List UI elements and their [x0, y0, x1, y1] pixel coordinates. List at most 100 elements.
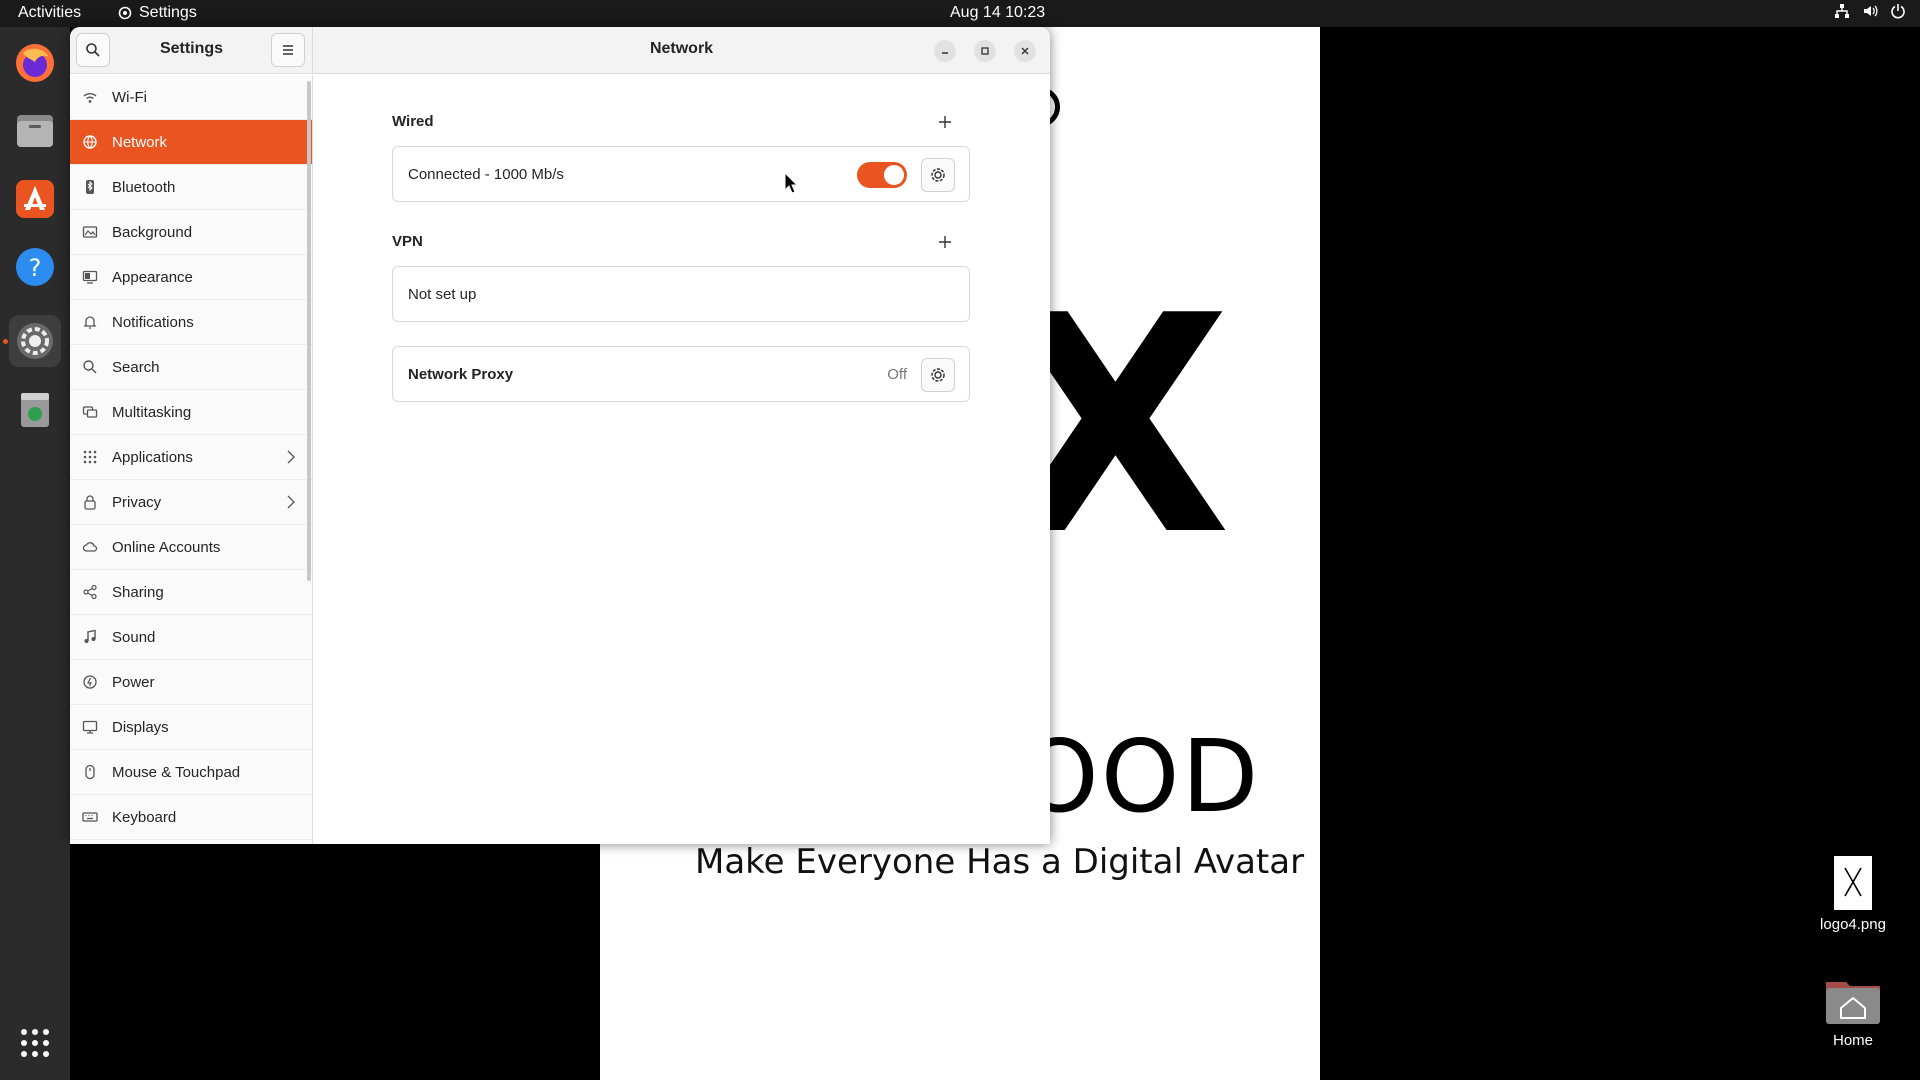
display-icon	[82, 720, 98, 734]
sidebar-item-multitasking[interactable]: Multitasking	[70, 390, 312, 435]
maximize-button[interactable]	[974, 40, 996, 62]
bluetooth-icon	[86, 180, 94, 194]
apps-grid-icon	[21, 1029, 49, 1057]
sidebar-item-sharing[interactable]: Sharing	[70, 570, 312, 615]
desktop-file-logo4[interactable]: logo4.png	[1793, 856, 1913, 933]
minimize-button[interactable]	[934, 40, 956, 62]
sidebar-item-label: Appearance	[112, 268, 193, 286]
sidebar-item-label: Notifications	[112, 313, 194, 331]
sidebar-item-mouse-touchpad[interactable]: Mouse & Touchpad	[70, 750, 312, 795]
music-note-icon	[84, 629, 96, 643]
wired-connection-status: Connected - 1000 Mb/s	[408, 166, 564, 183]
plus-icon	[939, 116, 951, 128]
system-tray[interactable]	[1834, 3, 1906, 19]
cloud-icon	[82, 542, 98, 552]
dock-help[interactable]: ?	[9, 241, 61, 293]
sidebar-item-label: Background	[112, 223, 193, 241]
settings-window: Settings Network Wi-Fi Network Bluetooth Ba…	[70, 27, 1050, 844]
firefox-icon	[16, 44, 54, 82]
gear-icon	[931, 368, 945, 382]
sidebar-item-label: Applications	[112, 448, 193, 466]
sidebar-item-bluetooth[interactable]: Bluetooth	[70, 165, 312, 210]
sidebar-item-privacy[interactable]: Privacy	[70, 480, 312, 525]
apps-grid-icon	[83, 450, 97, 464]
sidebar-item-label: Network	[112, 133, 168, 151]
wired-connection-toggle[interactable]	[857, 162, 907, 188]
network-icon	[83, 135, 97, 149]
network-proxy-status: Off	[887, 366, 907, 383]
app-menu[interactable]: Settings	[117, 4, 197, 22]
main-menu-button[interactable]	[271, 33, 305, 67]
mouse-icon	[85, 764, 95, 780]
dock-trash[interactable]	[9, 383, 61, 435]
sidebar-item-notifications[interactable]: Notifications	[70, 300, 312, 345]
keyboard-icon	[82, 812, 98, 822]
sidebar-item-applications[interactable]: Applications	[70, 435, 312, 480]
home-folder-icon	[1826, 982, 1880, 1024]
dock: ?	[0, 27, 70, 1080]
dock-settings[interactable]	[9, 315, 61, 367]
close-button[interactable]	[1014, 40, 1036, 62]
background-icon	[82, 226, 98, 238]
image-file-icon	[1834, 856, 1872, 910]
desktop-folder-home[interactable]: Home	[1793, 976, 1913, 1049]
show-apps-button[interactable]	[9, 1017, 61, 1069]
sidebar-item-background[interactable]: Background	[70, 210, 312, 255]
add-vpn-button[interactable]	[934, 231, 956, 253]
wired-settings-button[interactable]	[921, 158, 955, 192]
network-proxy-row[interactable]: Network Proxy Off	[392, 346, 970, 402]
desktop-icon-label: Home	[1832, 1032, 1873, 1049]
app-menu-label: Settings	[139, 4, 197, 21]
clock[interactable]: Aug 14 10:23	[950, 4, 1045, 22]
minimize-icon	[942, 52, 948, 54]
window-headerbar[interactable]: Settings Network	[70, 27, 1050, 74]
bell-icon	[83, 316, 97, 329]
sidebar-item-network[interactable]: Network	[70, 120, 312, 165]
sidebar-item-label: Sound	[112, 628, 156, 646]
plus-icon	[939, 236, 951, 248]
vpn-row: Not set up	[392, 266, 970, 322]
sidebar-item-search[interactable]: Search	[70, 345, 312, 390]
sidebar-item-label: Mouse & Touchpad	[112, 763, 241, 781]
sidebar-scrollbar[interactable]	[307, 81, 311, 581]
multitasking-icon	[82, 406, 98, 418]
sidebar-item-label: Bluetooth	[112, 178, 176, 196]
trash-icon	[21, 393, 49, 427]
sidebar-item-online-accounts[interactable]: Online Accounts	[70, 525, 312, 570]
sidebar-item-sound[interactable]: Sound	[70, 615, 312, 660]
chevron-right-icon	[287, 450, 295, 464]
wallpaper-logo-word: OOD	[1020, 718, 1261, 835]
sidebar-item-label: Privacy	[112, 493, 162, 511]
svg-text:?: ?	[29, 254, 42, 282]
sidebar-item-label: Wi-Fi	[112, 88, 147, 106]
sidebar-item-label: Keyboard	[112, 808, 177, 826]
settings-sidebar[interactable]: Wi-Fi Network Bluetooth Background Appearanc…	[70, 75, 313, 844]
sidebar-item-power[interactable]: Power	[70, 660, 312, 705]
proxy-settings-button[interactable]	[921, 358, 955, 392]
sidebar-item-displays[interactable]: Displays	[70, 705, 312, 750]
maximize-icon	[981, 47, 989, 55]
add-wired-connection-button[interactable]	[934, 111, 956, 133]
network-proxy-label: Network Proxy	[408, 366, 514, 383]
chevron-right-icon	[287, 495, 295, 509]
desktop-icon-label: logo4.png	[1820, 916, 1886, 933]
dock-app-center[interactable]	[9, 173, 61, 225]
search-icon	[83, 360, 97, 374]
activities-button[interactable]: Activities	[18, 4, 81, 22]
close-icon	[1021, 47, 1029, 55]
toggle-knob	[884, 165, 904, 185]
wired-section-title: Wired	[392, 113, 434, 130]
wired-connection-row: Connected - 1000 Mb/s	[392, 146, 970, 202]
sidebar-item-label: Displays	[112, 718, 169, 736]
vpn-status: Not set up	[408, 286, 477, 303]
dock-firefox[interactable]	[9, 37, 61, 89]
appearance-icon	[82, 270, 98, 284]
volume-icon	[1864, 5, 1878, 17]
wifi-icon	[83, 93, 97, 103]
sidebar-item-wi-fi[interactable]: Wi-Fi	[70, 75, 312, 120]
gear-icon	[931, 168, 945, 182]
mouse-pointer-icon	[784, 172, 798, 194]
sidebar-item-appearance[interactable]: Appearance	[70, 255, 312, 300]
dock-files[interactable]	[9, 105, 61, 157]
sidebar-item-keyboard[interactable]: Keyboard	[70, 795, 312, 840]
